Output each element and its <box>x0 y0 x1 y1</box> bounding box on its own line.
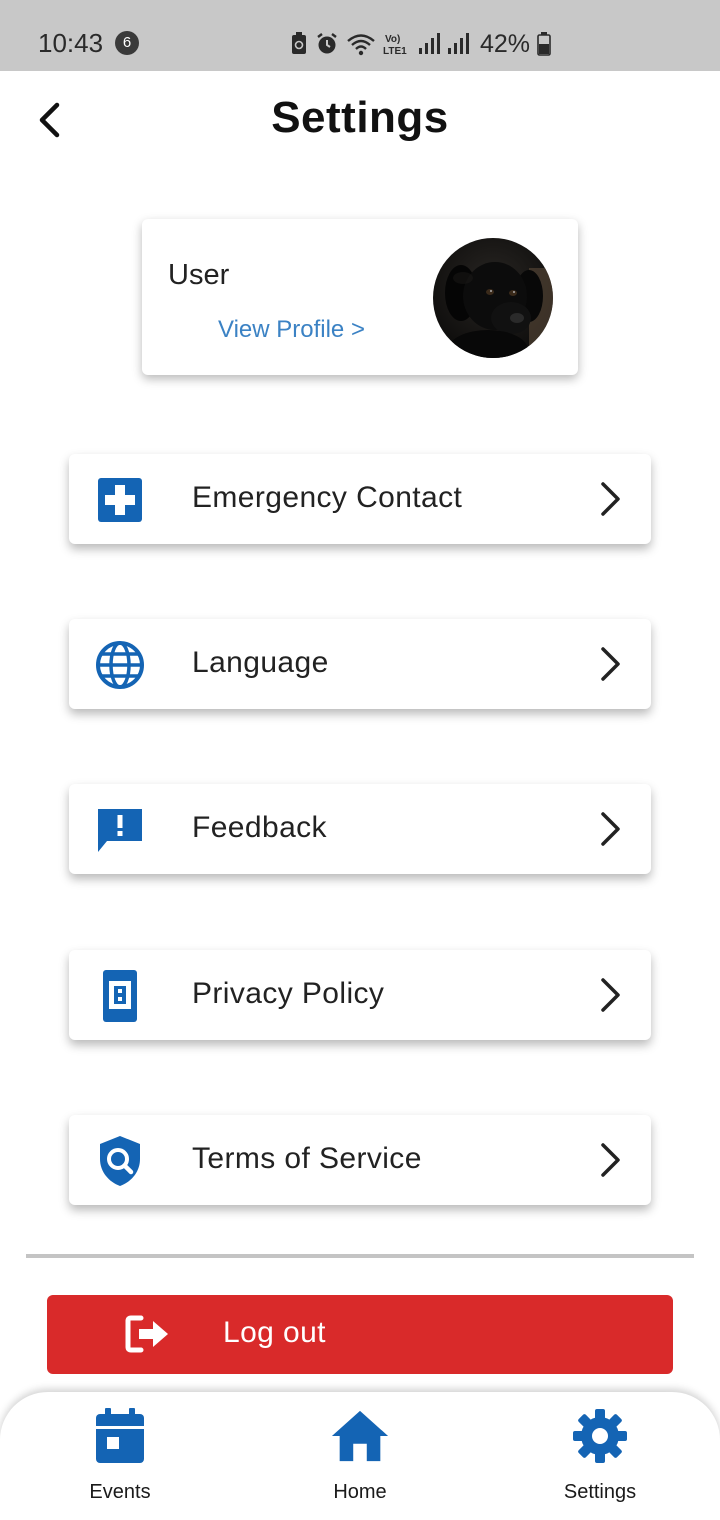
menu-label-language: Language <box>192 646 329 679</box>
nav-item-home[interactable]: Home <box>290 1392 430 1520</box>
logout-label: Log out <box>223 1316 326 1349</box>
avatar-dog-image <box>433 238 553 358</box>
nav-label-settings: Settings <box>563 1481 637 1503</box>
home-icon <box>330 1406 390 1466</box>
divider <box>26 1254 694 1258</box>
wifi-icon <box>347 34 375 56</box>
chevron-right-icon <box>601 978 620 1012</box>
bottom-nav: Events Home Settings <box>0 1392 720 1520</box>
nav-item-events[interactable]: Events <box>50 1392 190 1520</box>
view-profile-link[interactable]: View Profile > <box>218 316 365 344</box>
feedback-icon <box>95 805 145 855</box>
calendar-icon <box>90 1406 150 1466</box>
status-bar: 10:43 6 Vo) LTE1 42% <box>0 0 720 71</box>
menu-label-emergency-contact: Emergency Contact <box>192 481 463 514</box>
menu-item-feedback[interactable]: Feedback <box>69 784 651 874</box>
chevron-right-icon <box>601 482 620 516</box>
volte-icon: Vo) LTE1 <box>383 34 407 56</box>
gear-icon <box>570 1406 630 1466</box>
logout-button[interactable]: Log out <box>47 1295 673 1374</box>
battery-icon <box>537 32 551 56</box>
nav-label-events: Events <box>89 1481 151 1503</box>
logout-icon <box>125 1315 168 1353</box>
notification-count-badge: 6 <box>115 31 139 55</box>
menu-label-privacy-policy: Privacy Policy <box>192 977 385 1010</box>
profile-card[interactable]: User View Profile > <box>142 219 578 375</box>
menu-item-privacy-policy[interactable]: Privacy Policy <box>69 950 651 1040</box>
battery-percentage: 42% <box>480 29 531 58</box>
chevron-right-icon <box>601 812 620 846</box>
status-time: 10:43 <box>38 28 104 58</box>
signal-icon-2 <box>448 33 469 54</box>
signal-icon-1 <box>419 33 440 54</box>
menu-item-language[interactable]: Language <box>69 619 651 709</box>
page-title: Settings <box>271 93 449 142</box>
battery-saver-icon <box>292 32 306 54</box>
menu-label-feedback: Feedback <box>192 811 327 844</box>
alarm-icon <box>317 33 337 54</box>
status-icons: Vo) LTE1 42% <box>290 30 551 58</box>
chevron-right-icon <box>601 647 620 681</box>
chevron-right-icon <box>601 1143 620 1177</box>
menu-label-terms-of-service: Terms of Service <box>192 1142 422 1175</box>
medical-cross-icon <box>95 475 145 525</box>
nav-label-home: Home <box>333 1481 387 1503</box>
svg-text:Vo): Vo) <box>385 34 400 45</box>
svg-text:LTE1: LTE1 <box>383 46 407 56</box>
profile-name: User <box>168 259 230 291</box>
avatar[interactable] <box>433 238 553 358</box>
nav-item-settings[interactable]: Settings <box>530 1392 670 1520</box>
menu-item-emergency-contact[interactable]: Emergency Contact <box>69 454 651 544</box>
globe-icon <box>95 640 145 690</box>
shield-search-icon <box>95 1136 145 1186</box>
menu-item-terms-of-service[interactable]: Terms of Service <box>69 1115 651 1205</box>
privacy-document-icon <box>95 970 145 1022</box>
